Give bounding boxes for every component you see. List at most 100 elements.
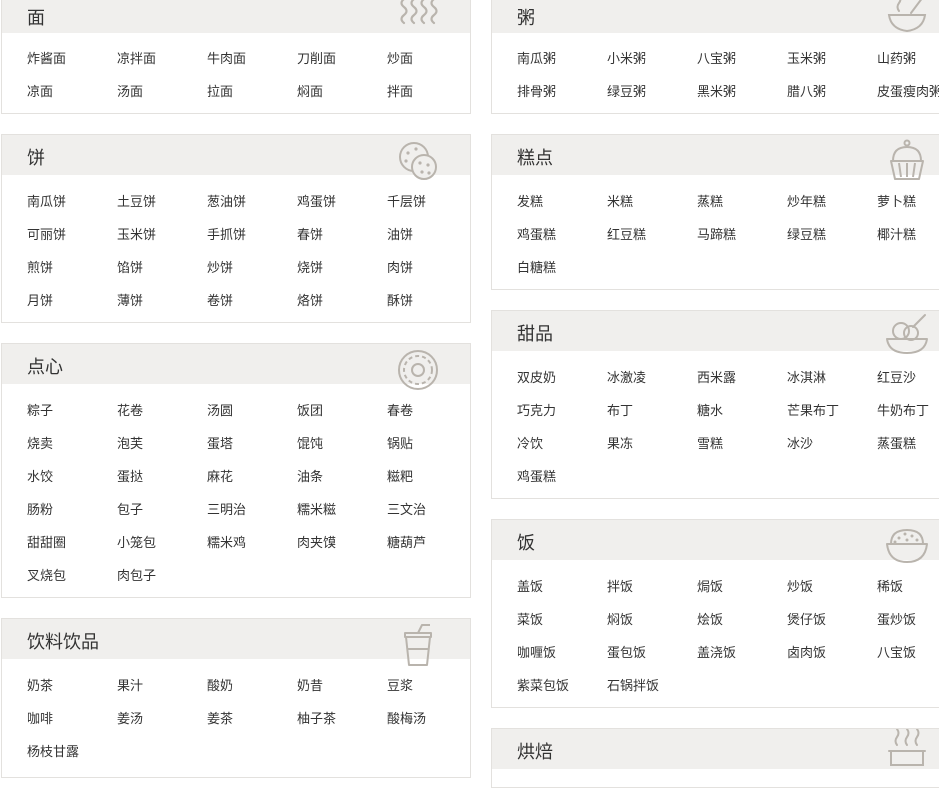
food-item[interactable]: 糍粑 bbox=[387, 466, 413, 485]
food-item[interactable]: 拌面 bbox=[387, 81, 413, 100]
food-item[interactable]: 布丁 bbox=[607, 400, 633, 419]
food-item[interactable]: 果冻 bbox=[607, 433, 633, 452]
food-item[interactable]: 刀削面 bbox=[297, 48, 336, 67]
food-item[interactable]: 果汁 bbox=[117, 675, 143, 694]
food-item[interactable]: 牛肉面 bbox=[207, 48, 246, 67]
food-item[interactable]: 稀饭 bbox=[877, 576, 903, 595]
category-title[interactable]: 糕点 bbox=[517, 144, 553, 170]
food-item[interactable]: 巧克力 bbox=[517, 400, 556, 419]
food-item[interactable]: 叉烧包 bbox=[27, 565, 66, 584]
food-item[interactable]: 炒年糕 bbox=[787, 191, 826, 210]
food-item[interactable]: 烩饭 bbox=[697, 609, 723, 628]
food-item[interactable]: 杨枝甘露 bbox=[27, 741, 79, 760]
category-title[interactable]: 甜品 bbox=[517, 320, 553, 346]
food-item[interactable]: 月饼 bbox=[27, 290, 53, 309]
food-item[interactable]: 包子 bbox=[117, 499, 143, 518]
category-title[interactable]: 饼 bbox=[27, 144, 45, 170]
food-item[interactable]: 甜甜圈 bbox=[27, 532, 66, 551]
food-item[interactable]: 麻花 bbox=[207, 466, 233, 485]
food-item[interactable]: 牛奶布丁 bbox=[877, 400, 929, 419]
food-item[interactable]: 薄饼 bbox=[117, 290, 143, 309]
food-item[interactable]: 小笼包 bbox=[117, 532, 156, 551]
food-item[interactable]: 肉夹馍 bbox=[297, 532, 336, 551]
food-item[interactable]: 绿豆粥 bbox=[607, 81, 646, 100]
food-item[interactable]: 汤面 bbox=[117, 81, 143, 100]
food-item[interactable]: 蛋塔 bbox=[207, 433, 233, 452]
food-item[interactable]: 土豆饼 bbox=[117, 191, 156, 210]
food-item[interactable]: 冷饮 bbox=[517, 433, 543, 452]
category-title[interactable]: 烘焙 bbox=[517, 738, 553, 764]
category-title[interactable]: 点心 bbox=[27, 353, 63, 379]
food-item[interactable]: 菜饭 bbox=[517, 609, 543, 628]
food-item[interactable]: 粽子 bbox=[27, 400, 53, 419]
food-item[interactable]: 肠粉 bbox=[27, 499, 53, 518]
food-item[interactable]: 柚子茶 bbox=[297, 708, 336, 727]
food-item[interactable]: 盖浇饭 bbox=[697, 642, 736, 661]
food-item[interactable]: 马蹄糕 bbox=[697, 224, 736, 243]
food-item[interactable]: 泡芙 bbox=[117, 433, 143, 452]
food-item[interactable]: 肉包子 bbox=[117, 565, 156, 584]
food-item[interactable]: 卷饼 bbox=[207, 290, 233, 309]
food-item[interactable]: 鸡蛋饼 bbox=[297, 191, 336, 210]
food-item[interactable]: 肉饼 bbox=[387, 257, 413, 276]
food-item[interactable]: 馅饼 bbox=[117, 257, 143, 276]
food-item[interactable]: 春卷 bbox=[387, 400, 413, 419]
food-item[interactable]: 冰沙 bbox=[787, 433, 813, 452]
food-item[interactable]: 发糕 bbox=[517, 191, 543, 210]
category-title[interactable]: 面 bbox=[27, 4, 45, 30]
food-item[interactable]: 奶茶 bbox=[27, 675, 53, 694]
food-item[interactable]: 奶昔 bbox=[297, 675, 323, 694]
food-item[interactable]: 玉米饼 bbox=[117, 224, 156, 243]
food-item[interactable]: 炒面 bbox=[387, 48, 413, 67]
food-item[interactable]: 白糖糕 bbox=[517, 257, 556, 276]
food-item[interactable]: 糖葫芦 bbox=[387, 532, 426, 551]
food-item[interactable]: 凉拌面 bbox=[117, 48, 156, 67]
food-item[interactable]: 山药粥 bbox=[877, 48, 916, 67]
food-item[interactable]: 雪糕 bbox=[697, 433, 723, 452]
food-item[interactable]: 紫菜包饭 bbox=[517, 675, 569, 694]
food-item[interactable]: 咖喱饭 bbox=[517, 642, 556, 661]
food-item[interactable]: 饭团 bbox=[297, 400, 323, 419]
food-item[interactable]: 豆浆 bbox=[387, 675, 413, 694]
food-item[interactable]: 手抓饼 bbox=[207, 224, 246, 243]
food-item[interactable]: 焖饭 bbox=[607, 609, 633, 628]
food-item[interactable]: 西米露 bbox=[697, 367, 736, 386]
food-item[interactable]: 玉米粥 bbox=[787, 48, 826, 67]
food-item[interactable]: 拉面 bbox=[207, 81, 233, 100]
food-item[interactable]: 烧卖 bbox=[27, 433, 53, 452]
food-item[interactable]: 可丽饼 bbox=[27, 224, 66, 243]
food-item[interactable]: 八宝饭 bbox=[877, 642, 916, 661]
food-item[interactable]: 南瓜粥 bbox=[517, 48, 556, 67]
food-item[interactable]: 三文治 bbox=[387, 499, 426, 518]
food-item[interactable]: 绿豆糕 bbox=[787, 224, 826, 243]
food-item[interactable]: 红豆糕 bbox=[607, 224, 646, 243]
food-item[interactable]: 三明治 bbox=[207, 499, 246, 518]
food-item[interactable]: 鸡蛋糕 bbox=[517, 224, 556, 243]
food-item[interactable]: 八宝粥 bbox=[697, 48, 736, 67]
food-item[interactable]: 皮蛋瘦肉粥 bbox=[877, 81, 939, 100]
food-item[interactable]: 炒饼 bbox=[207, 257, 233, 276]
food-item[interactable]: 蒸蛋糕 bbox=[877, 433, 916, 452]
food-item[interactable]: 凉面 bbox=[27, 81, 53, 100]
food-item[interactable]: 冰激凌 bbox=[607, 367, 646, 386]
food-item[interactable]: 双皮奶 bbox=[517, 367, 556, 386]
food-item[interactable]: 酸梅汤 bbox=[387, 708, 426, 727]
food-item[interactable]: 酸奶 bbox=[207, 675, 233, 694]
food-item[interactable]: 蛋挞 bbox=[117, 466, 143, 485]
food-item[interactable]: 卤肉饭 bbox=[787, 642, 826, 661]
category-title[interactable]: 饮料饮品 bbox=[27, 628, 99, 654]
food-item[interactable]: 黑米粥 bbox=[697, 81, 736, 100]
food-item[interactable]: 芒果布丁 bbox=[787, 400, 839, 419]
food-item[interactable]: 烙饼 bbox=[297, 290, 323, 309]
food-item[interactable]: 春饼 bbox=[297, 224, 323, 243]
food-item[interactable]: 椰汁糕 bbox=[877, 224, 916, 243]
food-item[interactable]: 炒饭 bbox=[787, 576, 813, 595]
food-item[interactable]: 炸酱面 bbox=[27, 48, 66, 67]
food-item[interactable]: 汤圆 bbox=[207, 400, 233, 419]
food-item[interactable]: 糯米鸡 bbox=[207, 532, 246, 551]
food-item[interactable]: 焖面 bbox=[297, 81, 323, 100]
food-item[interactable]: 烧饼 bbox=[297, 257, 323, 276]
food-item[interactable]: 油饼 bbox=[387, 224, 413, 243]
food-item[interactable]: 焗饭 bbox=[697, 576, 723, 595]
food-item[interactable]: 酥饼 bbox=[387, 290, 413, 309]
